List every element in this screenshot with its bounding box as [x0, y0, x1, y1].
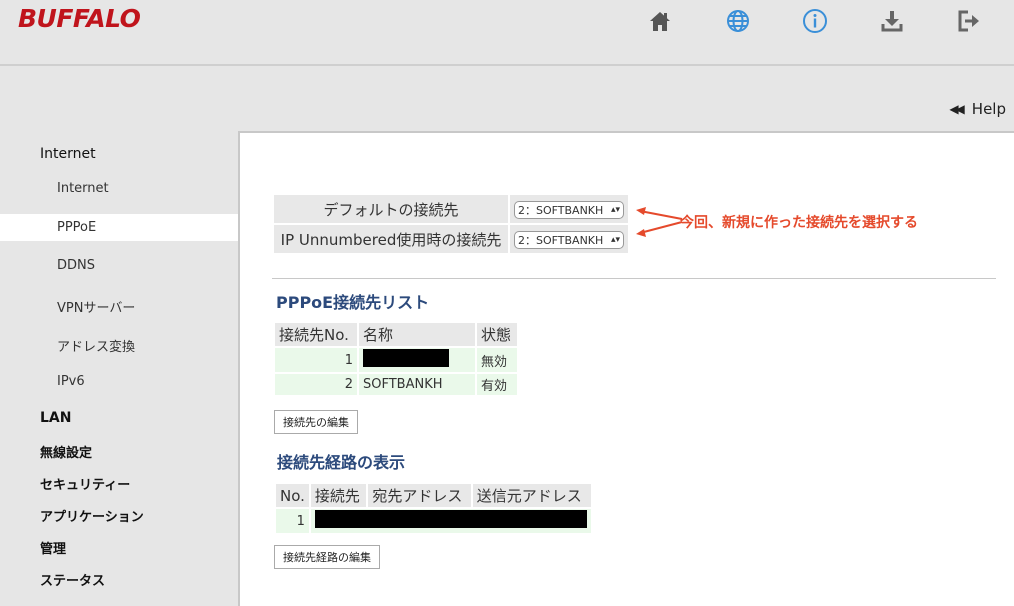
- nav-item-internet[interactable]: Internet: [57, 181, 109, 196]
- row-name: SOFTBANKH: [359, 374, 475, 395]
- row-no: 2: [275, 374, 357, 395]
- nav-item-ddns[interactable]: DDNS: [57, 258, 95, 273]
- default-connection-label: デフォルトの接続先: [274, 195, 508, 223]
- info-icon[interactable]: [800, 6, 830, 36]
- updown-arrow-icon: ▴▾: [610, 235, 620, 245]
- home-icon[interactable]: [645, 6, 675, 36]
- column-header-destination: 宛先アドレス: [368, 484, 471, 507]
- globe-icon[interactable]: [723, 6, 753, 36]
- row-no: 1: [275, 348, 357, 372]
- nav-section-wireless[interactable]: 無線設定: [40, 442, 92, 461]
- redacted-route: [314, 510, 587, 528]
- unnumbered-connection-label: IP Unnumbered使用時の接続先: [274, 225, 508, 253]
- edit-connection-button[interactable]: 接続先の編集: [274, 410, 358, 434]
- table-row: 1: [276, 509, 591, 533]
- nav-item-vpn-server[interactable]: VPNサーバー: [57, 297, 135, 316]
- annotation-text: 今回、新規に作った接続先を選択する: [680, 215, 918, 231]
- redacted-name: [363, 349, 449, 367]
- nav-section-applications[interactable]: アプリケーション: [40, 506, 144, 525]
- double-left-arrow-icon: ◀◀: [949, 102, 965, 116]
- table-row: 1 無効: [275, 348, 517, 372]
- pppoe-list-title: PPPoE接続先リスト: [276, 293, 430, 312]
- nav-section-lan[interactable]: LAN: [40, 410, 71, 426]
- row-status: 無効: [477, 348, 517, 372]
- column-header-no: No.: [276, 484, 309, 507]
- nav-section-internet[interactable]: Internet: [40, 146, 96, 162]
- nav-item-address-translation[interactable]: アドレス変換: [57, 336, 135, 355]
- active-nav-highlight: [0, 214, 238, 241]
- updown-arrow-icon: ▴▾: [610, 205, 620, 215]
- main-panel: デフォルトの接続先 2：SOFTBANKH ▴▾ IP Unnumbered使用…: [238, 131, 1014, 606]
- logout-icon[interactable]: [954, 6, 984, 36]
- column-header-name: 名称: [359, 323, 475, 346]
- help-label: Help: [971, 100, 1006, 118]
- route-list-title: 接続先経路の表示: [277, 453, 406, 472]
- pppoe-list-table: 接続先No. 名称 状態 1 無効 2 SOFTBANKH 有効: [273, 321, 519, 397]
- table-row: 2 SOFTBANKH 有効: [275, 374, 517, 395]
- nav-section-security[interactable]: セキュリティー: [40, 474, 130, 493]
- row-no: 1: [276, 509, 309, 533]
- column-header-no: 接続先No.: [275, 323, 357, 346]
- nav-section-admin[interactable]: 管理: [40, 538, 66, 557]
- column-header-status: 状態: [477, 323, 517, 346]
- divider: [272, 278, 996, 279]
- buffalo-logo[interactable]: BUFFALO: [18, 4, 141, 33]
- connection-settings-table: デフォルトの接続先 2：SOFTBANKH ▴▾ IP Unnumbered使用…: [272, 193, 630, 255]
- column-header-source: 送信元アドレス: [472, 484, 591, 507]
- top-bar: BUFFALO: [0, 0, 1014, 66]
- download-icon[interactable]: [877, 6, 907, 36]
- nav-item-pppoe[interactable]: PPPoE: [57, 220, 96, 235]
- default-connection-select[interactable]: 2：SOFTBANKH ▴▾: [514, 201, 624, 219]
- row-status: 有効: [477, 374, 517, 395]
- help-link[interactable]: ◀◀ Help: [949, 100, 1006, 118]
- route-list-table: No. 接続先 宛先アドレス 送信元アドレス 1: [274, 482, 593, 535]
- unnumbered-connection-select[interactable]: 2：SOFTBANKH ▴▾: [514, 231, 624, 249]
- column-header-connection: 接続先: [310, 484, 367, 507]
- edit-route-button[interactable]: 接続先経路の編集: [274, 545, 380, 569]
- nav-item-ipv6[interactable]: IPv6: [57, 374, 85, 389]
- nav-section-status[interactable]: ステータス: [40, 570, 105, 589]
